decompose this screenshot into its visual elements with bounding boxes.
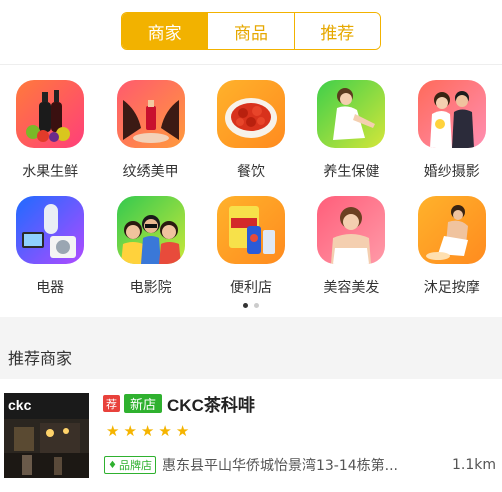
tab-products[interactable]: 商品 (207, 13, 294, 49)
category-label: 沐足按摩 (423, 280, 480, 296)
foot-massage-icon (417, 196, 486, 264)
page-dot[interactable] (254, 303, 259, 308)
brand-badge: ♦ 品牌店 (104, 456, 156, 474)
category-label: 便利店 (229, 280, 272, 296)
wellness-icon (317, 80, 386, 148)
fruit-wine-icon (16, 80, 85, 148)
category-beauty[interactable]: 美容美发 (301, 196, 401, 312)
divider (0, 64, 502, 65)
star-icon: ★ (106, 422, 120, 440)
appliance-icon (16, 196, 85, 264)
category-row: 电器 电影院 便利店 美容美发 沐足按摩 (0, 196, 502, 312)
beauty-salon-icon (317, 196, 386, 264)
category-label: 婚纱摄影 (423, 164, 480, 180)
diamond-icon: ♦ (108, 459, 117, 471)
brand-badge-label: 品牌店 (118, 459, 152, 472)
merchant-address: 惠东县平山华侨城怡景湾13-14栋第... (161, 458, 398, 474)
cinema-icon (116, 196, 185, 264)
category-massage[interactable]: 沐足按摩 (402, 196, 502, 312)
category-cinema[interactable]: 电影院 (100, 196, 200, 312)
category-row: 水果生鲜 纹绣美甲 餐饮 养生保健 婚纱摄影 (0, 80, 502, 196)
section-title: 推荐商家 (8, 349, 73, 368)
star-icon: ★ (158, 422, 172, 440)
category-food[interactable]: 餐饮 (201, 80, 301, 196)
category-label: 养生保健 (323, 164, 380, 180)
recommend-tag: 荐 (103, 395, 120, 412)
category-fruit[interactable]: 水果生鲜 (0, 80, 100, 196)
wedding-photo-icon (417, 80, 486, 148)
category-nail[interactable]: 纹绣美甲 (100, 80, 200, 196)
merchant-distance: 1.1km (451, 457, 496, 473)
star-icon: ★ (140, 422, 155, 440)
segment-control: 商家 商品 推荐 (121, 12, 381, 50)
category-label: 餐饮 (236, 164, 265, 180)
star-icon: ★ (123, 422, 137, 440)
merchant-info: ♦ 品牌店 惠东县平山华侨城怡景湾13-14栋第... 1.1km (104, 455, 496, 475)
category-store[interactable]: 便利店 (201, 196, 301, 312)
tab-merchants[interactable]: 商家 (122, 13, 208, 49)
merchant-card[interactable]: ckc 荐 新店 CKC茶科啡 ★ ★ ★ ★ ★ ♦ 品牌店 惠东县平山华侨城… (0, 379, 502, 492)
category-appliance[interactable]: 电器 (0, 196, 100, 312)
rating-stars: ★ ★ ★ ★ ★ (106, 424, 189, 439)
page-indicator (0, 303, 502, 308)
store-sign-text: ckc (8, 397, 32, 413)
tab-recommend[interactable]: 推荐 (293, 13, 380, 49)
merchant-thumbnail[interactable]: ckc (4, 393, 89, 478)
category-label: 电影院 (129, 280, 172, 296)
merchant-header: 荐 新店 CKC茶科啡 (103, 391, 255, 416)
page-dot[interactable] (243, 303, 248, 308)
crayfish-food-icon (216, 80, 285, 148)
category-label: 美容美发 (323, 280, 380, 296)
merchant-name[interactable]: CKC茶科啡 (167, 391, 255, 416)
category-label: 电器 (36, 280, 65, 296)
section-header: 推荐商家 (0, 317, 502, 379)
new-store-tag: 新店 (124, 394, 163, 413)
category-wellness[interactable]: 养生保健 (301, 80, 401, 196)
category-label: 纹绣美甲 (122, 164, 179, 180)
convenience-store-icon (216, 196, 285, 264)
category-wedding[interactable]: 婚纱摄影 (402, 80, 502, 196)
category-grid: 水果生鲜 纹绣美甲 餐饮 养生保健 婚纱摄影 电器 电影院 便利店 美容美发 沐… (0, 80, 502, 312)
star-icon: ★ (175, 422, 190, 440)
segment-control-wrap: 商家 商品 推荐 (0, 12, 502, 50)
nail-salon-icon (116, 80, 185, 148)
category-label: 水果生鲜 (22, 164, 79, 180)
